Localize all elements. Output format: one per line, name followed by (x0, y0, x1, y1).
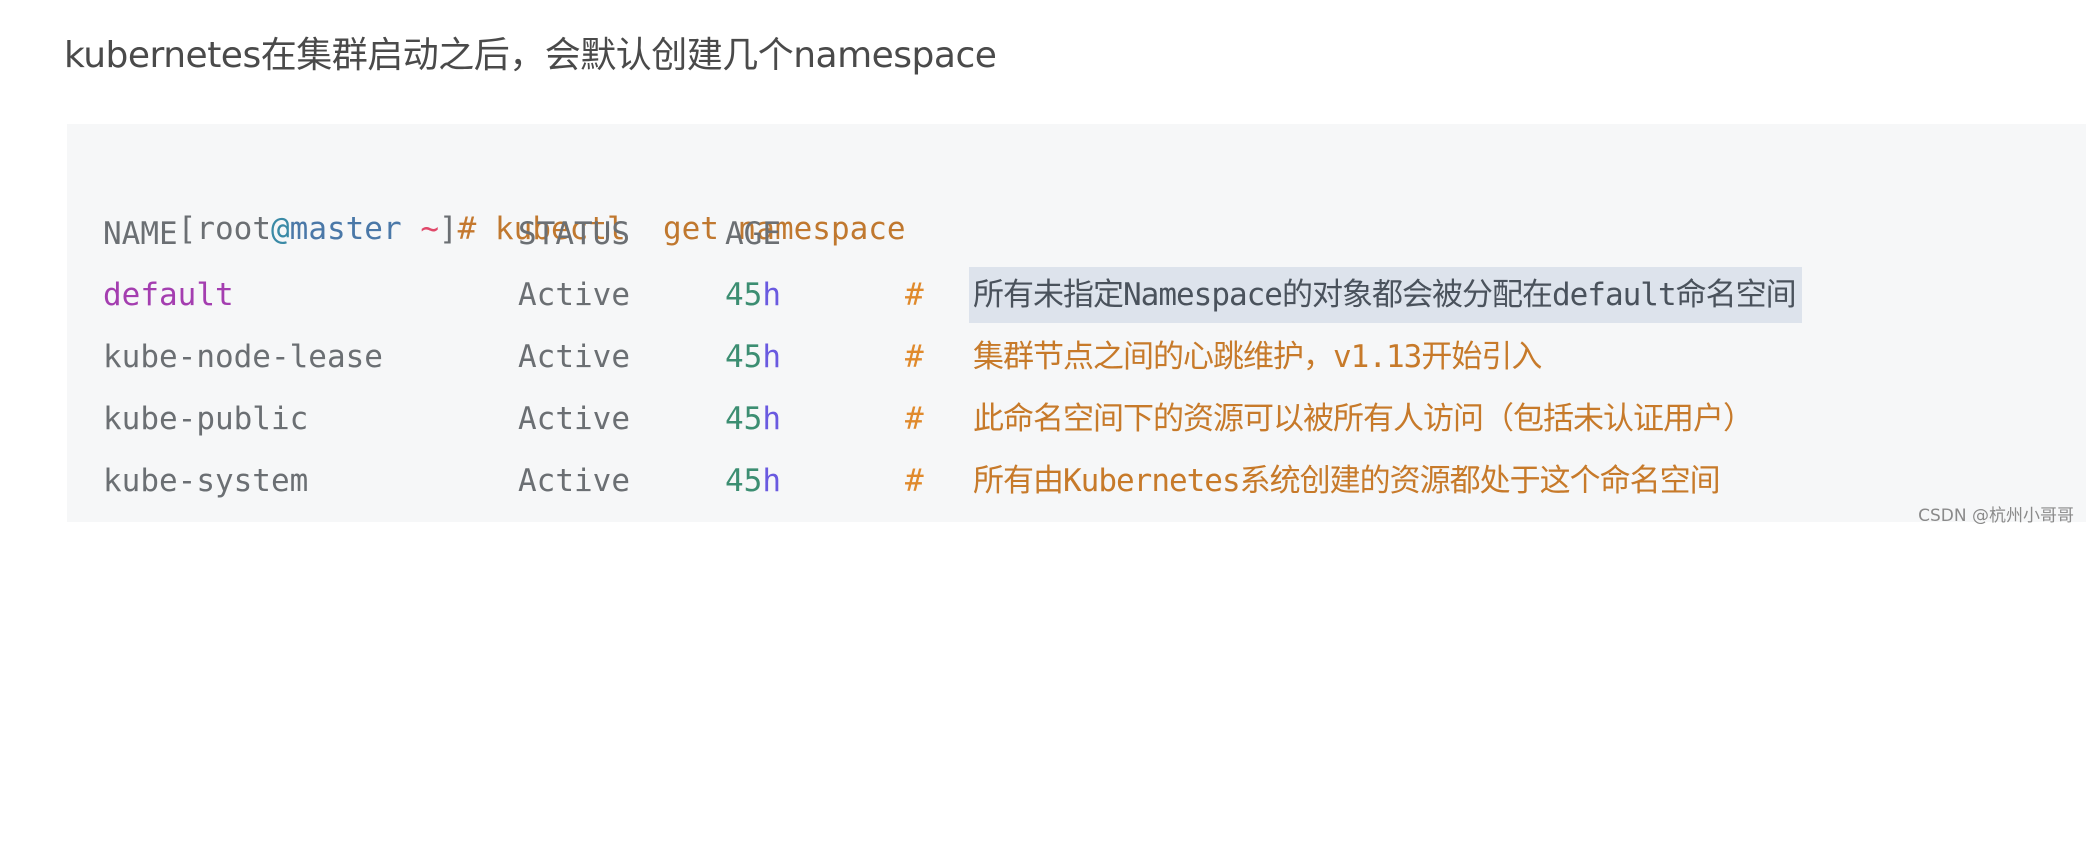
page-heading: kubernetes在集群启动之后，会默认创建几个namespace (64, 35, 997, 76)
prompt-at: @ (270, 211, 290, 247)
csdn-watermark: CSDN @杭州小哥哥 (1918, 506, 2074, 526)
prompt-close-bracket: ] (438, 211, 458, 247)
prompt-host: master (289, 211, 402, 247)
prompt-cwd: ~ (420, 211, 439, 247)
comment-text[interactable]: 集群节点之间的心跳维护，v1.13开始引入 (973, 329, 1542, 385)
age-unit: h (762, 277, 781, 313)
age-unit: h (762, 339, 781, 375)
prompt-user: root (196, 211, 271, 247)
header-status: STATUS (518, 216, 630, 252)
comment-text[interactable]: 此命名空间下的资源可以被所有人访问（包括未认证用户） (973, 391, 1754, 447)
header-age: AGE (725, 216, 781, 252)
table-row: kube-public Active 45h # 此命名空间下的资源可以被所有人… (103, 391, 1754, 447)
age-value: 45 (725, 277, 763, 313)
code-block: [root@master ~]# kubectl get namespace N… (67, 124, 2086, 522)
namespace-name: kube-system (103, 463, 309, 499)
table-row: kube-system Active 45h # 所有由Kubernetes系统… (103, 453, 1721, 509)
age-value: 45 (725, 339, 763, 375)
comment-text[interactable]: 所有由Kubernetes系统创建的资源都处于这个命名空间 (973, 453, 1721, 509)
comment-marker: # (905, 277, 924, 313)
namespace-name: kube-public (103, 401, 309, 437)
header-name: NAME (103, 216, 178, 252)
table-row: kube-node-lease Active 45h # 集群节点之间的心跳维护… (103, 329, 1542, 385)
prompt-line: [root@master ~]# kubectl get namespace (103, 145, 906, 247)
namespace-status: Active (518, 277, 630, 313)
age-value: 45 (725, 463, 763, 499)
namespace-age: 45h (725, 267, 781, 323)
namespace-age: 45h (725, 453, 781, 509)
namespace-age: 45h (725, 329, 781, 385)
comment-marker: # (905, 401, 924, 437)
namespace-name: kube-node-lease (103, 339, 383, 375)
comment-marker: # (905, 339, 924, 375)
namespace-status: Active (518, 401, 630, 437)
namespace-status: Active (518, 463, 630, 499)
comment-marker: # (905, 463, 924, 499)
table-row: default Active 45h # 所有未指定Namespace的对象都会… (103, 267, 1802, 323)
comment-text-selected[interactable]: 所有未指定Namespace的对象都会被分配在default命名空间 (969, 267, 1802, 323)
age-value: 45 (725, 401, 763, 437)
age-unit: h (762, 401, 781, 437)
prompt-open-bracket: [ (177, 211, 197, 247)
namespace-name: default (103, 277, 234, 313)
prompt-symbol: # (457, 211, 477, 247)
table-header: NAME STATUS AGE (103, 206, 781, 262)
namespace-status: Active (518, 339, 630, 375)
age-unit: h (762, 463, 781, 499)
namespace-age: 45h (725, 391, 781, 447)
